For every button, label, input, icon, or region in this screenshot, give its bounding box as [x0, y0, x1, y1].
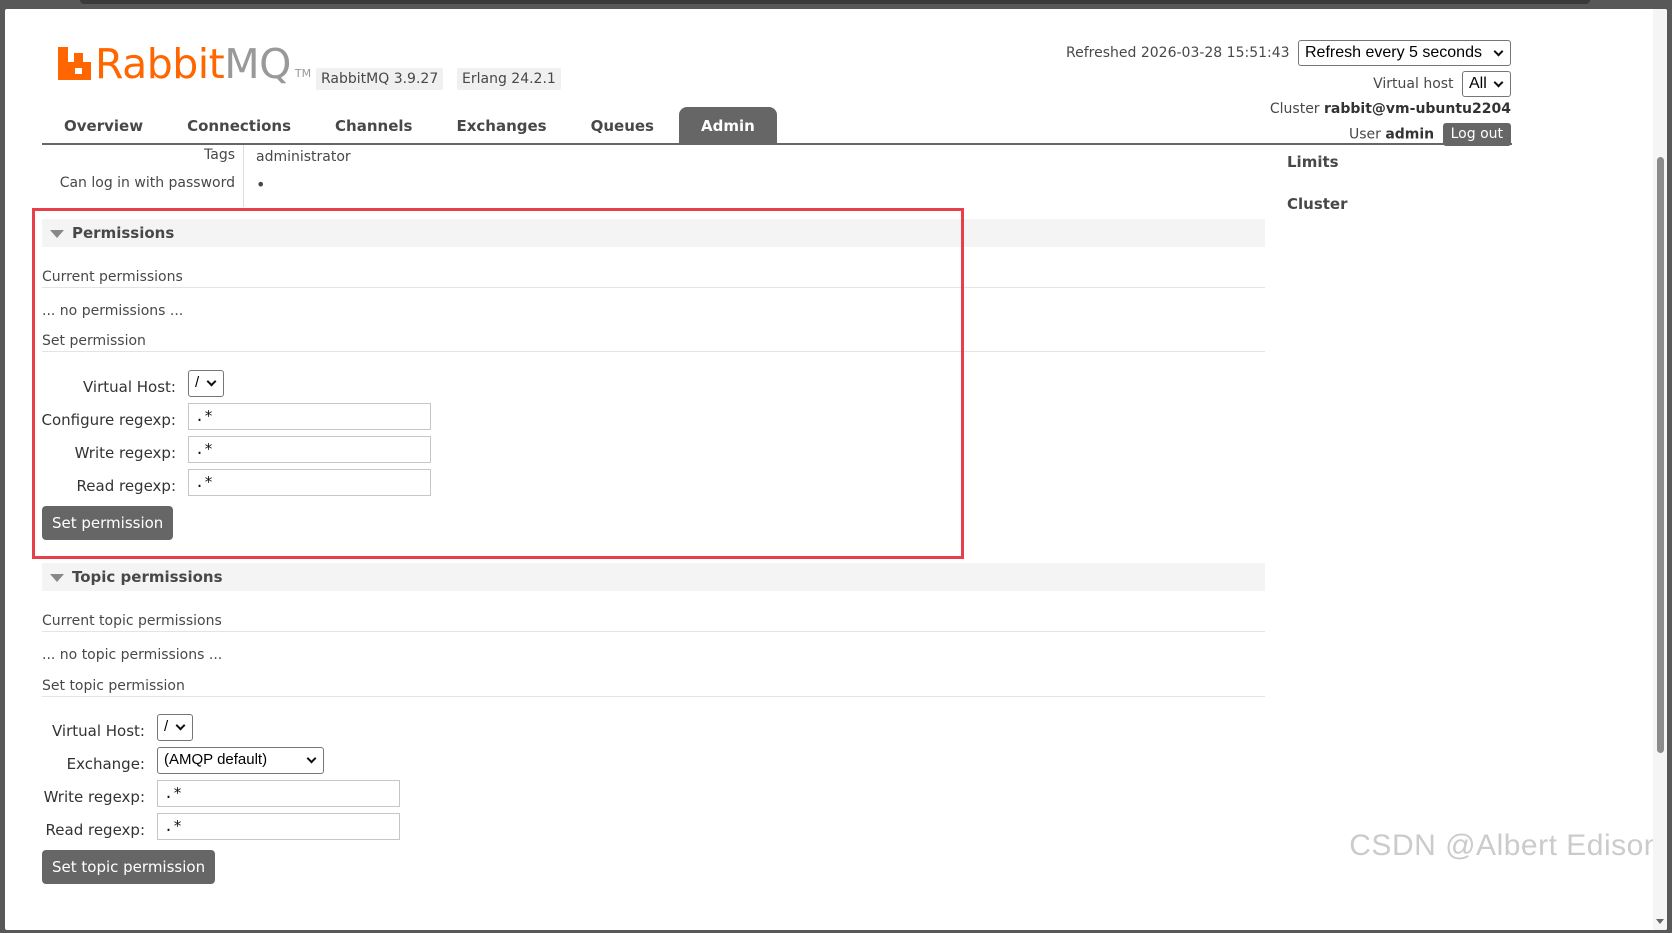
- topic-read-label: Read regexp:: [45, 821, 145, 839]
- tags-label: Tags: [204, 147, 235, 163]
- chevron-down-icon: [1493, 77, 1504, 88]
- rabbitmq-logo[interactable]: RabbitMQ TM: [58, 42, 311, 86]
- topic-vhost-select[interactable]: /: [157, 714, 193, 741]
- tab-queues[interactable]: Queues: [569, 107, 676, 144]
- tab-exchanges[interactable]: Exchanges: [434, 107, 568, 144]
- topic-exchange-label: Exchange:: [66, 755, 145, 773]
- chevron-down-icon: [175, 720, 186, 731]
- browser-viewport: RabbitMQ TM RabbitMQ 3.9.27 Erlang 24.2.…: [5, 9, 1667, 930]
- csdn-watermark: CSDN @Albert Edison: [1349, 829, 1661, 862]
- set-topic-permission-button[interactable]: Set topic permission: [42, 850, 216, 884]
- refresh-line: Refreshed 2026-03-28 15:51:43 Refresh ev…: [1066, 40, 1511, 66]
- main-nav: Overview Connections Channels Exchanges …: [42, 107, 777, 144]
- password-login-value: •: [256, 175, 266, 194]
- user-name: admin: [1385, 126, 1435, 143]
- rabbitmq-version-badge: RabbitMQ 3.9.27: [316, 68, 444, 90]
- topic-write-input[interactable]: .*: [157, 780, 400, 807]
- tab-overview[interactable]: Overview: [42, 107, 165, 144]
- summary-divider: [243, 145, 244, 207]
- topic-exchange-select[interactable]: (AMQP default): [157, 747, 324, 774]
- scrollbar-thumb[interactable]: [1657, 157, 1664, 753]
- logo-trademark: TM: [294, 67, 312, 80]
- tab-admin[interactable]: Admin: [678, 107, 777, 144]
- erlang-version-badge: Erlang 24.2.1: [457, 68, 561, 90]
- cluster-line: Cluster rabbit@vm-ubuntu2204: [1270, 101, 1511, 117]
- topic-write-label: Write regexp:: [43, 788, 145, 806]
- sidebar-link-cluster[interactable]: Cluster: [1287, 195, 1348, 213]
- browser-top-strip: [0, 0, 1672, 9]
- logo-wordmark: RabbitMQ: [95, 40, 291, 88]
- virtual-host-label: Virtual host: [1373, 76, 1454, 92]
- refreshed-timestamp: Refreshed 2026-03-28 15:51:43: [1066, 45, 1290, 61]
- rabbitmq-logo-icon: [58, 47, 91, 80]
- chevron-down-icon: [306, 753, 317, 764]
- tab-connections[interactable]: Connections: [165, 107, 313, 144]
- vertical-scrollbar[interactable]: [1653, 9, 1667, 930]
- topic-read-input[interactable]: .*: [157, 813, 400, 840]
- refresh-interval-select[interactable]: Refresh every 5 seconds: [1298, 40, 1511, 66]
- collapse-triangle-icon: [50, 574, 64, 582]
- cluster-label: Cluster: [1269, 101, 1320, 117]
- nav-divider: [42, 143, 1512, 145]
- scroll-down-arrow-icon[interactable]: [1656, 919, 1664, 924]
- chevron-down-icon: [1493, 46, 1504, 57]
- tags-value: administrator: [256, 149, 351, 165]
- browser-edge: [80, 0, 1590, 4]
- current-topic-permissions-heading: Current topic permissions: [42, 613, 1265, 632]
- cluster-name: rabbit@vm-ubuntu2204: [1324, 101, 1511, 117]
- set-topic-permission-heading: Set topic permission: [42, 678, 1265, 697]
- tab-channels[interactable]: Channels: [313, 107, 434, 144]
- sidebar-link-limits[interactable]: Limits: [1287, 153, 1339, 171]
- password-login-label: Can log in with password: [59, 175, 235, 191]
- virtual-host-select[interactable]: All: [1462, 71, 1511, 97]
- user-label: User: [1348, 126, 1381, 143]
- permissions-highlight-box: [32, 208, 964, 559]
- no-topic-permissions-text: ... no topic permissions ...: [42, 647, 223, 663]
- virtual-host-line: Virtual host All: [1373, 71, 1511, 97]
- topic-vhost-label: Virtual Host:: [52, 722, 145, 740]
- topic-permissions-section-header[interactable]: Topic permissions: [42, 563, 1265, 591]
- topic-permissions-title: Topic permissions: [72, 568, 223, 586]
